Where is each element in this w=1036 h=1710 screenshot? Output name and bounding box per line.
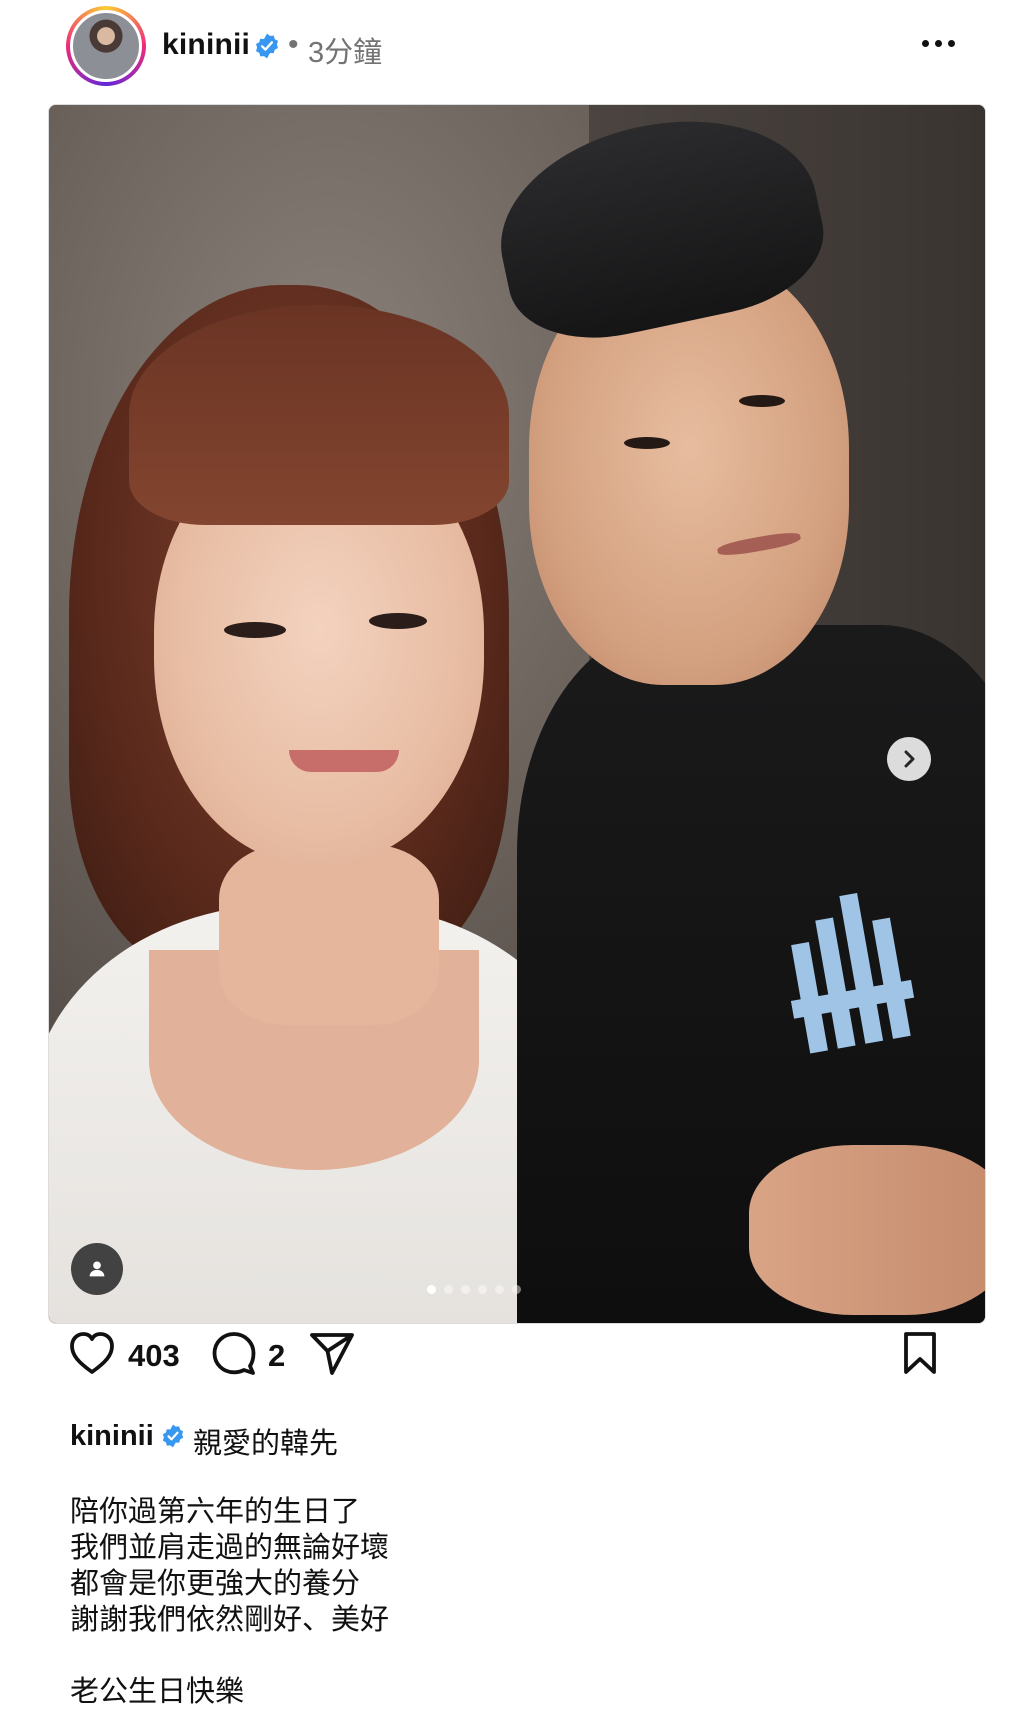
carousel-dot bbox=[427, 1285, 436, 1294]
post-photo[interactable] bbox=[48, 104, 986, 1324]
post-header: kininii • 3分鐘 bbox=[0, 0, 1036, 100]
carousel-dot bbox=[512, 1285, 521, 1294]
carousel-dot bbox=[478, 1285, 487, 1294]
caption-line: 謝謝我們依然剛好、美好 bbox=[70, 1604, 390, 1636]
caption-username[interactable]: kininii bbox=[70, 1420, 154, 1453]
verified-badge-icon bbox=[162, 1424, 184, 1448]
share-icon[interactable] bbox=[308, 1330, 356, 1376]
avatar[interactable] bbox=[70, 10, 142, 82]
avatar-story-ring[interactable] bbox=[66, 6, 146, 86]
verified-badge-icon bbox=[256, 33, 278, 59]
caption-body: 陪你過第六年的生日了 我們並肩走過的無論好壞 都會是你更強大的養分 謝謝我們依然… bbox=[70, 1494, 389, 1710]
carousel-dot bbox=[444, 1285, 453, 1294]
bookmark-icon[interactable] bbox=[900, 1330, 940, 1376]
comment-count[interactable]: 2 bbox=[268, 1338, 285, 1374]
caption-line: 陪你過第六年的生日了 bbox=[70, 1496, 361, 1528]
more-options-icon[interactable] bbox=[922, 30, 962, 56]
chevron-right-icon bbox=[904, 750, 915, 768]
header-separator: • bbox=[288, 28, 299, 61]
comment-icon[interactable] bbox=[210, 1330, 258, 1376]
post-actions: 403 2 bbox=[0, 1330, 1036, 1390]
caption-line: 都會是你更強大的養分 bbox=[70, 1568, 361, 1600]
carousel-dot bbox=[495, 1285, 504, 1294]
heart-icon[interactable] bbox=[68, 1330, 116, 1376]
like-count[interactable]: 403 bbox=[128, 1338, 180, 1374]
carousel-dot bbox=[461, 1285, 470, 1294]
tagged-users-button[interactable] bbox=[71, 1243, 123, 1295]
caption-line: 我們並肩走過的無論好壞 bbox=[70, 1532, 390, 1564]
caption-first-line: 親愛的韓先 bbox=[193, 1428, 339, 1460]
carousel-indicator bbox=[427, 1285, 521, 1294]
caption-line: 老公生日快樂 bbox=[70, 1676, 245, 1708]
user-icon bbox=[89, 1261, 105, 1277]
caption-line bbox=[70, 1638, 389, 1674]
post-time[interactable]: 3分鐘 bbox=[308, 29, 382, 71]
carousel-next-button[interactable] bbox=[887, 737, 931, 781]
header-username[interactable]: kininii bbox=[162, 28, 250, 62]
